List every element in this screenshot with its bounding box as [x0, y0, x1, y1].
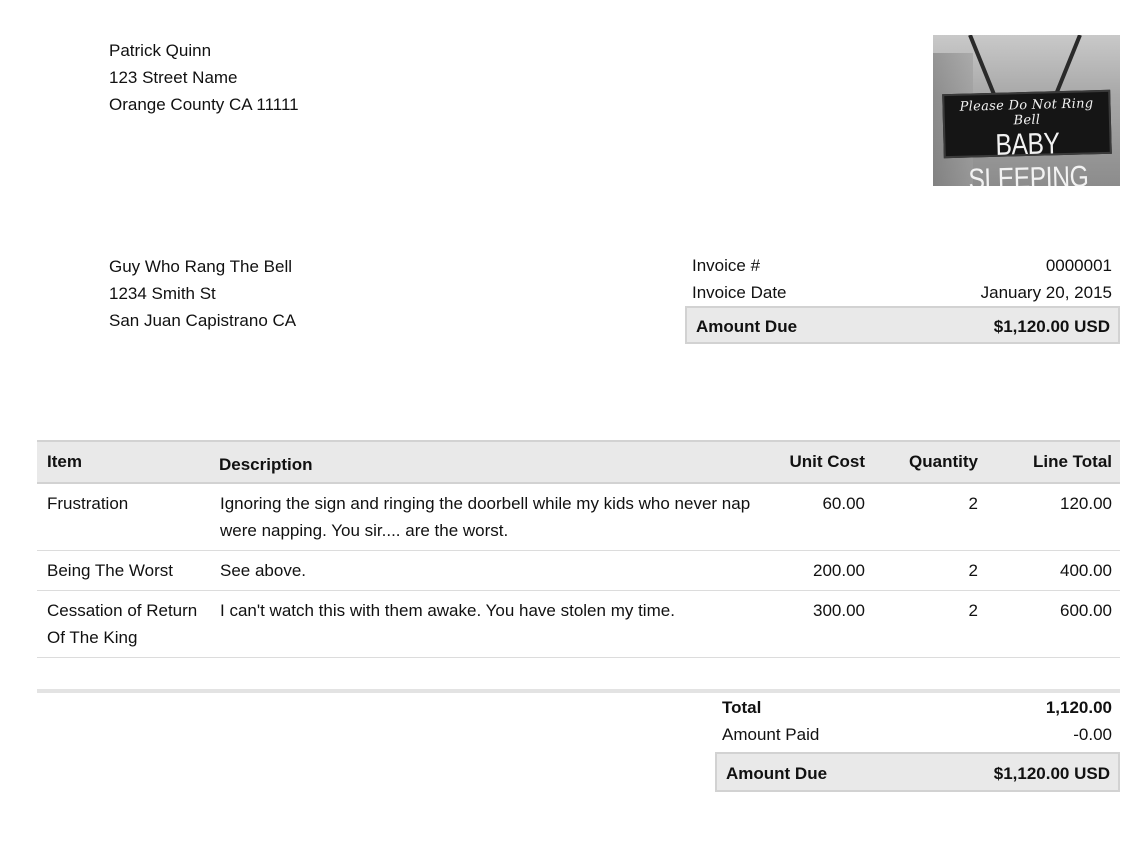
row-unit-cost: 60.00	[766, 483, 873, 551]
sender-street: 123 Street Name	[109, 68, 238, 87]
row-quantity: 2	[873, 590, 986, 658]
invoice-date-value: January 20, 2015	[980, 283, 1112, 302]
row-unit-cost: 300.00	[766, 590, 873, 658]
invoice-number-label: Invoice #	[692, 256, 761, 275]
row-quantity: 2	[873, 550, 986, 591]
row-line-total: 600.00	[986, 590, 1120, 658]
sender-city: Orange County CA 11111	[109, 95, 299, 114]
amount-due-header-row: Amount Due $1,120.00 USD	[685, 306, 1120, 344]
row-unit-cost: 200.00	[766, 550, 873, 591]
invoice-meta: Invoice # 0000001 Invoice Date January 2…	[685, 252, 1120, 344]
recipient-address: Guy Who Rang The Bell 1234 Smith St San …	[109, 253, 296, 334]
sender-address: Patrick Quinn 123 Street Name Orange Cou…	[109, 37, 299, 118]
table-row: Frustration Ignoring the sign and ringin…	[37, 483, 1120, 551]
row-line-total: 120.00	[986, 483, 1120, 551]
row-description: See above.	[209, 550, 766, 591]
column-header-item: Item	[37, 440, 209, 484]
invoice-number-value: 0000001	[1045, 256, 1112, 275]
table-header-row: Item Description Unit Cost Quantity Line…	[37, 440, 1120, 484]
amount-due-footer-row: Amount Due $1,120.00 USD	[715, 752, 1120, 792]
total-value: 1,120.00	[1045, 698, 1112, 717]
line-items-table: Item Description Unit Cost Quantity Line…	[37, 440, 1120, 658]
column-header-line-total: Line Total	[986, 440, 1120, 484]
logo-image: Please Do Not Ring Bell BABY SLEEPING	[933, 35, 1120, 186]
amount-paid-row: Amount Paid -0.00	[715, 721, 1120, 748]
recipient-name: Guy Who Rang The Bell	[109, 257, 292, 276]
row-item: Being The Worst	[37, 550, 209, 591]
amount-due-footer-value: $1,120.00 USD	[993, 764, 1110, 783]
column-header-description: Description	[209, 440, 766, 484]
recipient-city: San Juan Capistrano CA	[109, 311, 297, 330]
row-quantity: 2	[873, 483, 986, 551]
column-header-unit-cost: Unit Cost	[766, 440, 873, 484]
total-row: Total 1,120.00	[715, 694, 1120, 721]
total-label: Total	[722, 698, 762, 717]
baby-sleeping-sign: Please Do Not Ring Bell BABY SLEEPING	[942, 89, 1112, 186]
table-row: Cessation of Return Of The King I can't …	[37, 590, 1120, 658]
column-header-quantity: Quantity	[873, 440, 986, 484]
invoice-number-row: Invoice # 0000001	[685, 252, 1120, 279]
amount-paid-label: Amount Paid	[722, 725, 820, 744]
row-description: I can't watch this with them awake. You …	[209, 590, 766, 658]
row-line-total: 400.00	[986, 550, 1120, 591]
amount-due-value: $1,120.00 USD	[993, 317, 1110, 336]
sign-main-text: BABY SLEEPING	[968, 127, 1089, 186]
row-item: Frustration	[37, 483, 209, 551]
amount-due-footer-label: Amount Due	[726, 764, 828, 783]
table-row: Being The Worst See above. 200.00 2 400.…	[37, 550, 1120, 591]
amount-paid-value: -0.00	[1073, 725, 1112, 744]
sign-top-text: Please Do Not Ring Bell	[959, 96, 1094, 129]
invoice-date-row: Invoice Date January 20, 2015	[685, 279, 1120, 306]
totals-divider	[37, 689, 1120, 693]
totals-block: Total 1,120.00 Amount Paid -0.00 Amount …	[715, 694, 1120, 792]
row-description: Ignoring the sign and ringing the doorbe…	[209, 483, 766, 551]
row-item: Cessation of Return Of The King	[37, 590, 209, 658]
sender-name: Patrick Quinn	[109, 41, 212, 60]
amount-due-label: Amount Due	[696, 317, 798, 336]
invoice-date-label: Invoice Date	[692, 283, 787, 302]
recipient-street: 1234 Smith St	[109, 284, 216, 303]
